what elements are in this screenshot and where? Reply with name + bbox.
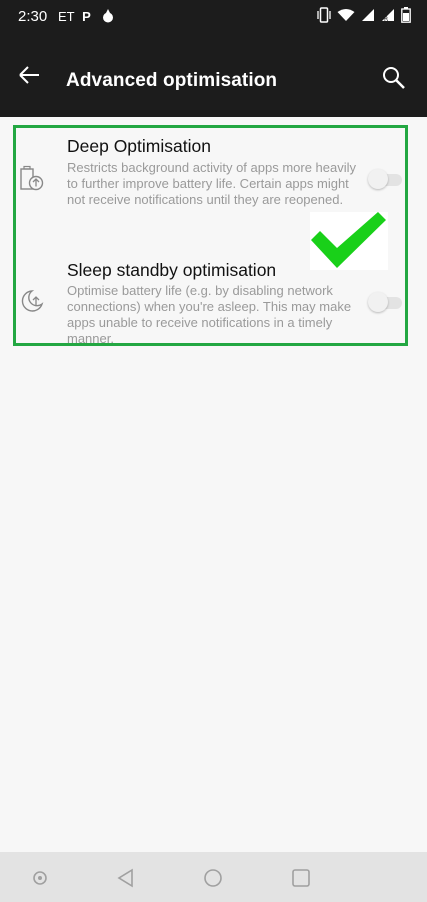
signal-r-icon: R xyxy=(381,8,395,27)
back-arrow-icon xyxy=(16,66,42,92)
dot-icon[interactable] xyxy=(28,866,52,890)
wifi-icon xyxy=(337,8,355,27)
navigation-bar xyxy=(0,852,427,902)
back-button[interactable] xyxy=(16,62,46,90)
status-time: 2:30 xyxy=(18,8,48,25)
page-title: Advanced optimisation xyxy=(66,70,278,91)
svg-text:R: R xyxy=(384,16,388,22)
home-circle-icon[interactable] xyxy=(201,866,225,890)
status-bar: 2:30 ET P R xyxy=(0,0,427,34)
back-triangle-icon[interactable] xyxy=(114,866,138,890)
status-icons: R xyxy=(317,7,411,28)
signal-icon xyxy=(361,8,375,27)
battery-icon xyxy=(401,7,411,28)
search-icon xyxy=(381,67,407,95)
drop-icon xyxy=(102,8,114,29)
status-carrier: ET xyxy=(58,9,75,24)
recents-square-icon[interactable] xyxy=(289,866,313,890)
app-bar: Advanced optimisation xyxy=(0,34,427,117)
checkmark-icon xyxy=(310,212,388,270)
vibrate-icon xyxy=(317,7,331,28)
search-button[interactable] xyxy=(381,65,409,93)
p-icon: P xyxy=(82,9,91,24)
